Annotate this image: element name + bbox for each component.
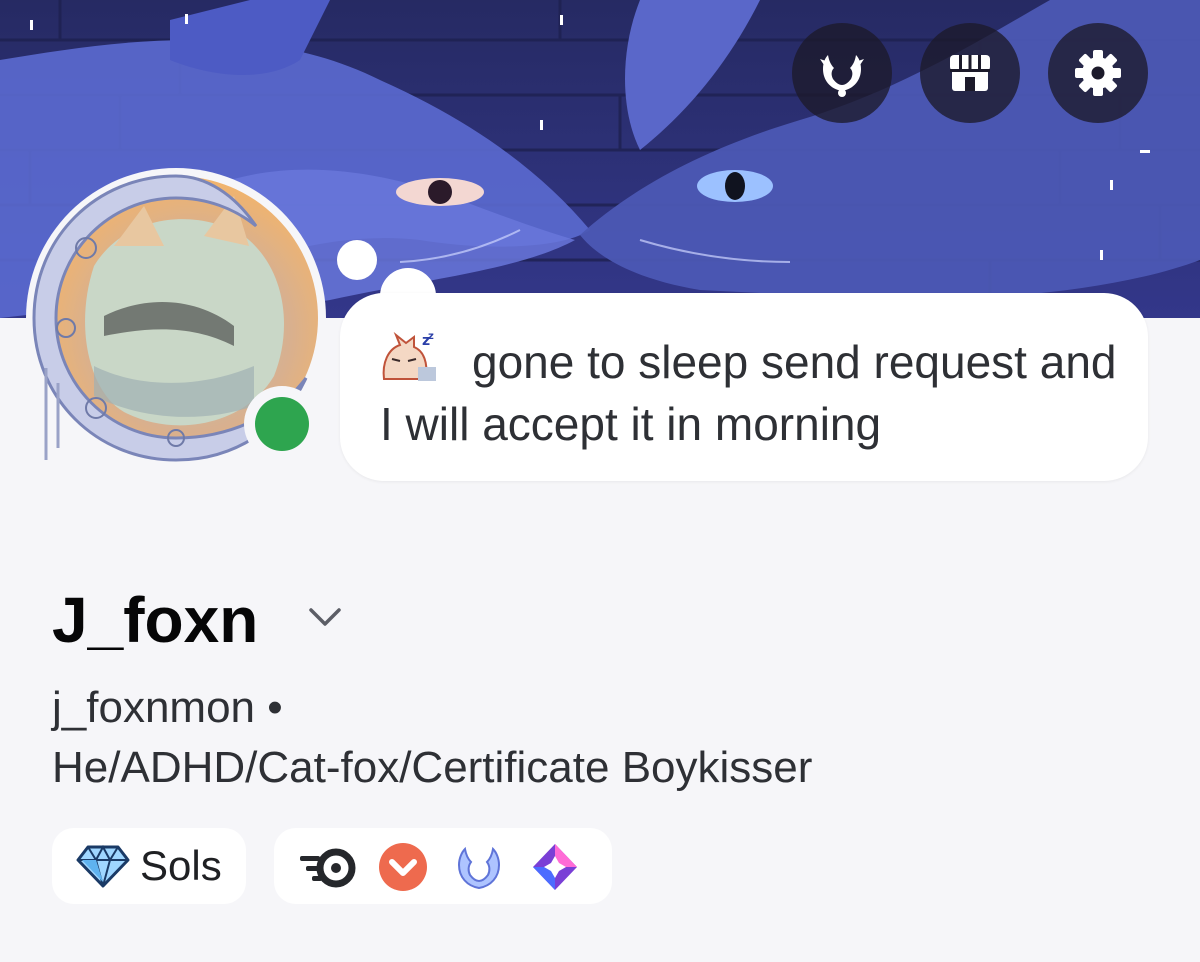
chevron-circle-icon[interactable] [378,842,428,892]
speed-ring-icon[interactable] [298,842,356,892]
display-name[interactable]: J_foxn [52,580,258,660]
status-indicator [244,386,320,462]
nitro-badge-button[interactable] [792,23,892,123]
laurel-wreath-icon [820,55,864,97]
thought-dot-small [337,240,377,280]
username[interactable]: j_foxnmon [52,683,255,732]
custom-status-bubble[interactable]: z z gone to sleep send request and I wil… [340,293,1148,481]
gem-icon[interactable] [530,842,580,892]
shop-button[interactable] [920,23,1020,123]
username-row: j_foxnmon • [52,680,283,736]
chevron-down-icon[interactable] [305,602,345,632]
guild-tag-label: Sols [140,842,222,889]
pronouns: He/ADHD/Cat-fox/Certificate Boykisser [52,743,813,792]
online-status-dot [255,397,309,451]
profile-badges [274,828,612,904]
diamond-icon [76,844,130,888]
custom-status-text: gone to sleep send request and I will ac… [380,336,1117,450]
shop-icon [950,55,990,91]
gear-icon [1075,50,1121,96]
guild-tag[interactable]: Sols [52,828,246,904]
settings-button[interactable] [1048,23,1148,123]
username-separator: • [267,683,283,732]
laurel-wreath-icon[interactable] [454,842,504,892]
